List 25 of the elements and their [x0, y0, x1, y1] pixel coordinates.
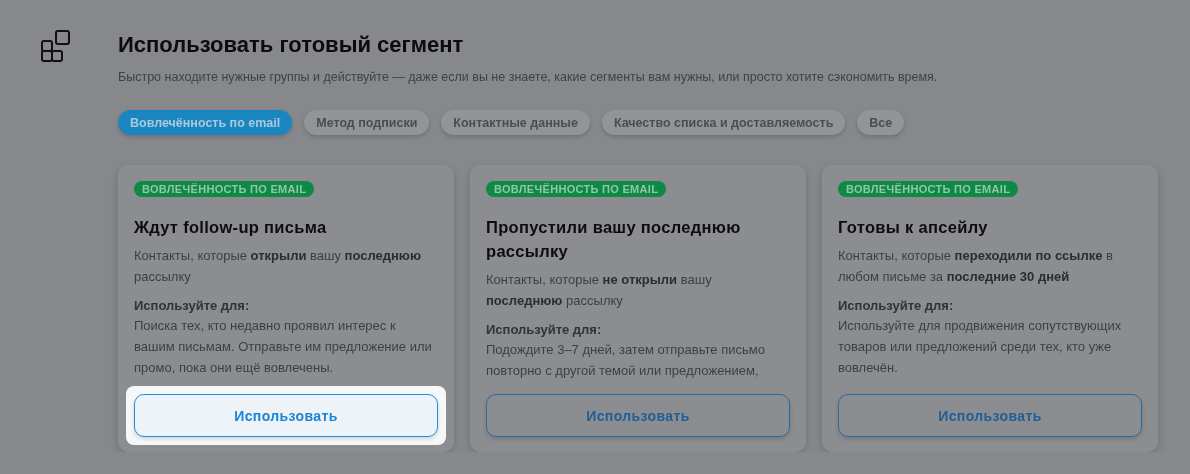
- use-for-text: Подождите 3–7 дней, затем отправьте письмо повторно с другой темой или предложением,: [486, 341, 766, 380]
- filter-chip[interactable]: Качество списка и доставляемость: [601, 110, 846, 135]
- use-for-text: Поиска тех, кто недавно проявил интерес к вашим письмам. Отправьте им предложение или промо, пока они ещё вовлечены.: [134, 317, 433, 377]
- filter-chip[interactable]: Контактные данные: [441, 110, 590, 135]
- card-title: Пропустили вашу последнюю рассылку: [486, 217, 742, 262]
- category-tag: ВОВЛЕЧЁННОСТЬ ПО EMAIL: [134, 181, 315, 197]
- filter-chip[interactable]: Метод подписки: [304, 110, 430, 135]
- use-button[interactable]: Использовать: [838, 394, 1142, 437]
- card-title: Готовы к апсейлу: [838, 217, 989, 238]
- card-description: Контакты, которые не открыли вашу последнюю рассылку: [486, 271, 713, 310]
- card-description: Контакты, которые открыли вашу последнюю рассылку: [134, 247, 423, 286]
- card-title: Ждут follow-up письма: [134, 217, 328, 238]
- use-button[interactable]: Использовать: [486, 394, 790, 437]
- section-title: Использовать готовый сегмент: [118, 32, 465, 58]
- category-tag: ВОВЛЕЧЁННОСТЬ ПО EMAIL: [486, 181, 667, 197]
- use-for-label: Используйте для:: [486, 321, 603, 339]
- use-for-label: Используйте для:: [134, 297, 251, 315]
- filter-chip[interactable]: Вовлечённость по email: [118, 110, 293, 135]
- use-for-label: Используйте для:: [838, 297, 955, 315]
- use-for-text: Используйте для продвижения сопутствующих товаров или предложений среди тех, кто уже вовлечён.: [838, 317, 1123, 377]
- card-description: Контакты, которые переходили по ссылке в любом письме за последние 30 дней: [838, 247, 1114, 286]
- filter-chip[interactable]: Все: [857, 110, 905, 135]
- use-button[interactable]: Использовать: [134, 394, 438, 437]
- section-subtitle: Быстро находите нужные группы и действуйте — даже если вы не знаете, какие сегменты вам нужны, или просто хотите сэкономить время.: [118, 70, 939, 84]
- category-tag: ВОВЛЕЧЁННОСТЬ ПО EMAIL: [838, 181, 1019, 197]
